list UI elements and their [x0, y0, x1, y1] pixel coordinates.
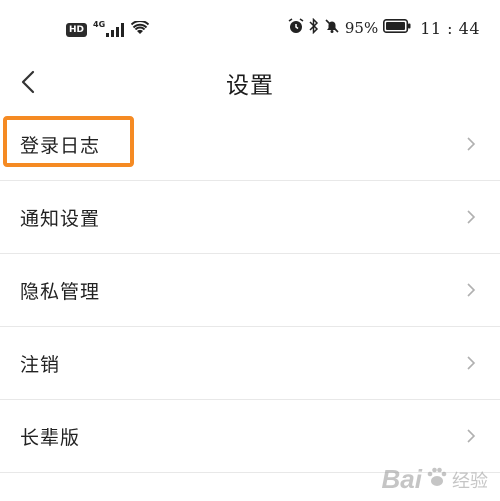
status-bar: HD 4G 95% 11: 44	[0, 0, 500, 60]
hd-badge: HD	[66, 22, 88, 37]
signal-icon: 4G	[93, 19, 125, 37]
watermark: Bai 经验	[382, 464, 488, 495]
settings-menu: 登录日志 通知设置 隐私管理 注销 长辈版	[0, 108, 500, 473]
menu-item-deregister[interactable]: 注销	[0, 327, 500, 400]
page-title: 设置	[226, 73, 274, 99]
watermark-sub: 经验	[452, 470, 488, 491]
battery-icon	[383, 19, 411, 37]
chevron-right-icon	[467, 137, 476, 151]
wifi-icon	[130, 20, 150, 39]
menu-item-label: 长辈版	[20, 426, 81, 449]
clock-time: 11 : 44	[420, 18, 480, 38]
menu-item-label: 登录日志	[20, 134, 101, 157]
menu-item-label: 通知设置	[20, 207, 101, 230]
menu-item-privacy-management[interactable]: 隐私管理	[0, 254, 500, 327]
menu-item-login-log[interactable]: 登录日志	[0, 108, 500, 181]
battery-percent: 95%	[344, 19, 379, 37]
menu-item-notification-settings[interactable]: 通知设置	[0, 181, 500, 254]
chevron-right-icon	[467, 283, 476, 297]
mute-bell-icon	[324, 18, 340, 38]
menu-item-label: 隐私管理	[20, 280, 101, 303]
status-right: 95% 11 : 44	[288, 17, 480, 38]
paw-icon	[426, 466, 448, 493]
alarm-icon	[288, 18, 304, 38]
network-type: 4G	[93, 19, 106, 29]
chevron-right-icon	[467, 429, 476, 443]
nav-bar: 设置	[0, 60, 500, 108]
bluetooth-icon	[309, 17, 319, 38]
watermark-brand: Bai	[381, 464, 422, 494]
status-left: HD 4G	[66, 19, 150, 39]
chevron-right-icon	[467, 356, 476, 370]
menu-item-elder-version[interactable]: 长辈版	[0, 400, 500, 473]
menu-item-label: 注销	[20, 353, 61, 376]
chevron-right-icon	[467, 210, 476, 224]
